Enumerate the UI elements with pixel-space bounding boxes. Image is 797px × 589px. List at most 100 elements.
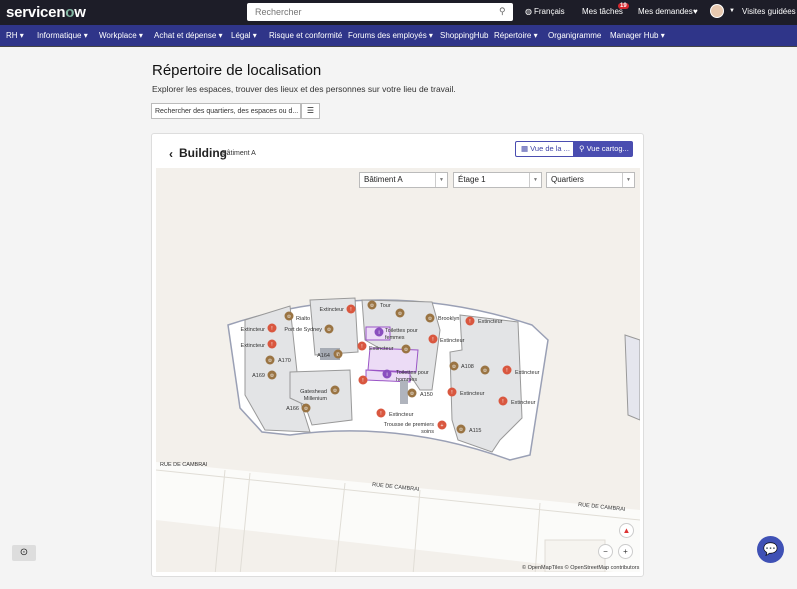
page-subtitle: Explorer les espaces, trouver des lieux … <box>152 84 456 94</box>
marker-glyph: ! <box>469 319 470 325</box>
marker-glyph: ♔ <box>459 427 463 433</box>
zoom-out-icon[interactable]: − <box>598 544 613 559</box>
marker-label: Trousse de premiers <box>384 422 434 428</box>
marker-glyph: i <box>386 372 387 378</box>
dropdown-icon: ▼ <box>529 173 541 187</box>
marker-glyph: ♔ <box>398 311 402 317</box>
marker-glyph: ✆ <box>336 352 340 358</box>
marker-glyph: ! <box>451 390 452 396</box>
map-view-button[interactable]: ⚲ Vue cartog... <box>574 141 633 157</box>
building-select[interactable]: Bâtiment A ▼ <box>359 172 448 188</box>
servicenow-logo[interactable]: servicenow <box>6 4 86 21</box>
layer-select[interactable]: Quartiers ▼ <box>546 172 635 188</box>
stairs <box>400 380 408 404</box>
marker-label: A115 <box>469 428 481 434</box>
search-icon[interactable]: ⚲ <box>499 6 506 17</box>
map-canvas[interactable]: RUE DE CAMBRAIRUE DE CAMBRAIRUE DE CAMBR… <box>156 168 640 572</box>
marker-label: Rialto <box>296 316 310 322</box>
building-select-value: Bâtiment A <box>364 175 403 184</box>
room-marker[interactable]: ♔ <box>395 308 405 318</box>
fire-marker[interactable]: ! <box>358 375 368 385</box>
globe-icon: ◍ <box>525 7 532 16</box>
nav-rh[interactable]: RH ▾ <box>6 31 24 40</box>
marker-label: Extincteur <box>440 338 465 344</box>
language-selector[interactable]: Français <box>534 7 565 16</box>
marker-glyph: + <box>441 423 444 429</box>
chevron-down-icon[interactable]: ▼ <box>729 8 735 14</box>
marker-label: Millenium <box>304 396 328 402</box>
building-title: Building <box>179 146 227 160</box>
marker-label: Extincteur <box>460 391 485 397</box>
marker-label: femmes <box>385 335 405 341</box>
marker-label: A164 <box>317 353 330 359</box>
avatar[interactable] <box>710 4 724 18</box>
marker-label: Extincteur <box>389 412 414 418</box>
list-view-button[interactable]: ▦ Vue de la ... <box>515 141 574 157</box>
nav-manager-hub[interactable]: Manager Hub ▾ <box>610 31 665 40</box>
marker-glyph: ♔ <box>452 364 456 370</box>
main-nav: RH ▾ Informatique ▾ Workplace ▾ Achat et… <box>0 25 797 47</box>
nav-forums[interactable]: Forums des employés ▾ <box>348 31 433 40</box>
my-tasks-link[interactable]: Mes tâches <box>582 7 623 16</box>
building-subtitle: Bâtiment A <box>222 150 256 157</box>
room-marker[interactable]: ♔ <box>480 365 490 375</box>
marker-glyph: ♔ <box>327 327 331 333</box>
marker-label: A150 <box>420 392 433 398</box>
marker-glyph: ♔ <box>287 314 291 320</box>
marker-label: Extincteur <box>241 343 266 349</box>
nav-organigramme[interactable]: Organigramme <box>548 31 601 40</box>
my-requests-link[interactable]: Mes demandes <box>638 7 693 16</box>
marker-glyph: ! <box>271 342 272 348</box>
marker-glyph: ! <box>380 411 381 417</box>
nav-shoppinghub[interactable]: ShoppingHub <box>440 31 488 40</box>
room-marker[interactable]: ♔ <box>401 344 411 354</box>
floor-map[interactable]: RUE DE CAMBRAI RUE DE CAMBRAI RUE DE CAMBR… <box>156 168 640 572</box>
location-search-input[interactable]: Rechercher des quartiers, des espaces ou… <box>151 103 301 119</box>
nav-risque[interactable]: Risque et conformité <box>269 31 342 40</box>
marker-glyph: ♔ <box>483 368 487 374</box>
marker-label: Extincteur <box>515 370 540 376</box>
layer-select-value: Quartiers <box>551 175 584 184</box>
map-attribution: © OpenMapTiles © OpenStreetMap contribut… <box>522 565 640 571</box>
marker-glyph: ♔ <box>370 303 374 309</box>
marker-glyph: ! <box>271 326 272 332</box>
marker-label: Port de Sydney <box>284 327 322 333</box>
compass-icon[interactable]: ▲ <box>619 523 634 538</box>
marker-label: Extincteur <box>320 307 345 313</box>
nav-informatique[interactable]: Informatique ▾ <box>37 31 88 40</box>
heart-icon[interactable]: ♥ <box>693 7 698 16</box>
marker-label: Extincteur <box>241 327 266 333</box>
marker-glyph: i <box>378 330 379 336</box>
nav-legal[interactable]: Légal ▾ <box>231 31 257 40</box>
nav-workplace[interactable]: Workplace ▾ <box>99 31 143 40</box>
pin-icon: ⚲ <box>579 144 587 153</box>
dropdown-icon: ▼ <box>435 173 447 187</box>
list-view-label: Vue de la ... <box>530 144 570 153</box>
back-chevron-icon[interactable]: ‹ <box>169 147 173 161</box>
floor-select[interactable]: Étage 1 ▼ <box>453 172 542 188</box>
list-icon[interactable]: ☰ <box>301 103 320 119</box>
guided-tours-link[interactable]: Visites guidées <box>742 7 796 16</box>
marker-label: Extincteur <box>478 319 503 325</box>
dropdown-icon: ▼ <box>622 173 634 187</box>
history-icon[interactable]: ⊙ <box>12 545 36 561</box>
marker-glyph: ♔ <box>304 406 308 412</box>
chat-icon[interactable]: 💬 <box>757 536 784 563</box>
marker-glyph: ♔ <box>404 347 408 353</box>
marker-glyph: ! <box>361 344 362 350</box>
marker-glyph: ♔ <box>268 358 272 364</box>
marker-glyph: ! <box>506 368 507 374</box>
zoom-in-icon[interactable]: + <box>618 544 633 559</box>
marker-label: Brooklyn <box>438 316 459 322</box>
nav-repertoire[interactable]: Répertoire ▾ <box>494 31 538 40</box>
marker-label: Extincteur <box>511 400 536 406</box>
marker-glyph: ♔ <box>270 373 274 379</box>
marker-label: Gateshead <box>300 389 327 395</box>
nav-achat[interactable]: Achat et dépense ▾ <box>154 31 223 40</box>
marker-glyph: ♔ <box>428 316 432 322</box>
marker-label: A170 <box>278 358 291 364</box>
marker-glyph: ♔ <box>410 391 414 397</box>
marker-glyph: ♔ <box>333 388 337 394</box>
global-search-input[interactable] <box>247 3 513 21</box>
floor-select-value: Étage 1 <box>458 175 486 184</box>
